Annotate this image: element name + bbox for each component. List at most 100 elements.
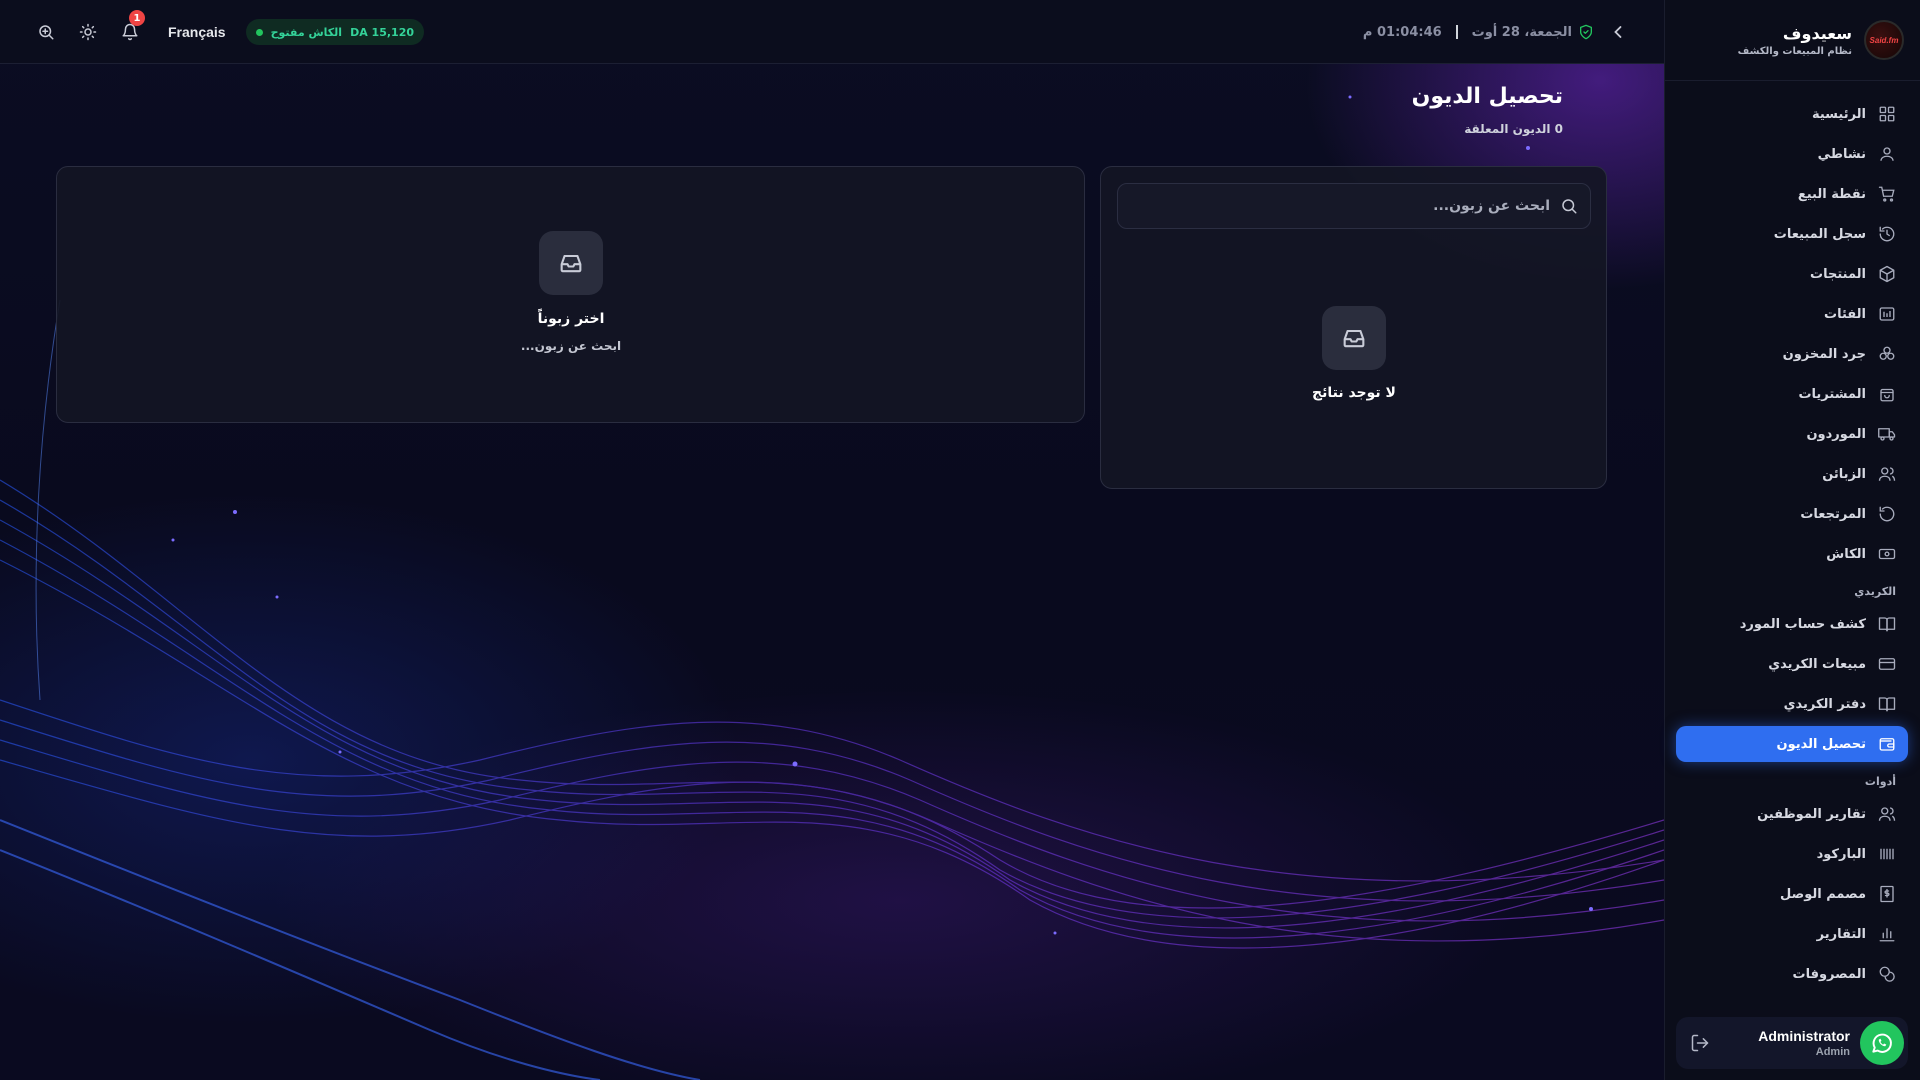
- sidebar-item-expenses[interactable]: المصروفات: [1676, 956, 1908, 992]
- return-icon: [1879, 506, 1895, 522]
- sidebar-item-label: كشف حساب المورد: [1739, 616, 1866, 632]
- sidebar-item-suppliers[interactable]: الموردون: [1676, 416, 1908, 452]
- sidebar-item-employee-reports[interactable]: تقارير الموظفين: [1676, 796, 1908, 832]
- cash-status-badge[interactable]: الكاش مفتوح DA 15,120: [245, 19, 424, 45]
- sidebar-item-credit-sales[interactable]: مبيعات الكريدي: [1676, 646, 1908, 682]
- top-bar-actions: 1 Français الكاش مفتوح DA 15,120: [30, 10, 424, 48]
- pending-debts-count: 0 الديون المعلقة: [1464, 122, 1563, 136]
- chart-icon: [1879, 928, 1895, 942]
- sun-icon: [79, 23, 97, 41]
- zoom-button[interactable]: [30, 16, 62, 48]
- whatsapp-button[interactable]: [1860, 1021, 1904, 1065]
- language-switch[interactable]: Français: [168, 24, 226, 40]
- select-customer-hint: ابحث عن زبون...: [520, 339, 622, 353]
- sidebar-item-label: المشتريات: [1798, 386, 1866, 402]
- chevron-left-icon[interactable]: [1608, 22, 1628, 42]
- sidebar-item-my-activity[interactable]: نشاطي: [1676, 136, 1908, 172]
- sidebar-item-credit-book[interactable]: دفتر الكريدي: [1676, 686, 1908, 722]
- sidebar-item-label: نشاطي: [1817, 146, 1866, 162]
- sidebar-item-returns[interactable]: المرتجعات: [1676, 496, 1908, 532]
- user-card: Administrator Admin: [1676, 1017, 1908, 1069]
- sidebar-item-label: دفتر الكريدي: [1783, 696, 1866, 712]
- sidebar-item-label: الكاش: [1826, 546, 1866, 562]
- sidebar-item-label: مبيعات الكريدي: [1768, 656, 1866, 672]
- logout-icon[interactable]: [1690, 1033, 1710, 1053]
- cash-status-label: الكاش مفتوح: [270, 25, 343, 39]
- sidebar-item-label: سجل المبيعات: [1773, 226, 1866, 242]
- user-name: Administrator: [1758, 1028, 1850, 1044]
- bag-icon: [1880, 388, 1894, 402]
- date-text: الجمعة، 28 أوت: [1471, 24, 1572, 40]
- sidebar-section-credit: الكريدي: [1854, 584, 1896, 598]
- whatsapp-icon: [1872, 1033, 1892, 1053]
- customer-search-field[interactable]: [1117, 183, 1591, 229]
- box-icon: [1879, 265, 1895, 283]
- sidebar-item-label: الباركود: [1816, 846, 1866, 862]
- truck-icon: [1878, 428, 1896, 441]
- sidebar: Said.fm سعيدوف نظام المبيعات والكشف الرئ…: [1664, 0, 1920, 1080]
- theme-toggle-button[interactable]: [72, 16, 104, 48]
- stack-icon: [1879, 346, 1895, 360]
- sidebar-item-customers[interactable]: الزبائن: [1676, 456, 1908, 492]
- user-icon: [1880, 147, 1894, 161]
- inbox-icon: [1343, 329, 1365, 348]
- notifications-button[interactable]: 1: [114, 10, 146, 48]
- customer-detail-panel: اختر زبوناً ابحث عن زبون...: [56, 166, 1085, 423]
- sidebar-item-products[interactable]: المنتجات: [1676, 256, 1908, 292]
- search-input[interactable]: [1150, 198, 1550, 214]
- date-display: الجمعة، 28 أوت: [1472, 24, 1594, 40]
- wallet-icon: [1879, 738, 1895, 751]
- history-icon: [1879, 226, 1895, 242]
- empty-results-icon-box: [1322, 306, 1386, 370]
- users-icon: [1878, 467, 1896, 481]
- sidebar-item-label: المصروفات: [1792, 966, 1867, 982]
- select-customer-icon-box: [539, 231, 603, 295]
- sidebar-nav: الرئيسية نشاطي نقطة البيع سجل المبيعات ا…: [1676, 96, 1908, 996]
- sidebar-item-debt-collection[interactable]: تحصيل الديون: [1676, 726, 1908, 762]
- sidebar-item-categories[interactable]: الفئات: [1676, 296, 1908, 332]
- sidebar-item-label: المنتجات: [1810, 266, 1866, 282]
- sidebar-item-label: تقارير الموظفين: [1757, 806, 1866, 822]
- time-text: 01:04:46 م: [1362, 24, 1442, 40]
- search-icon: [1562, 199, 1577, 214]
- sidebar-item-barcode[interactable]: الباركود: [1676, 836, 1908, 872]
- sidebar-item-receipt-designer[interactable]: مصمم الوصل: [1676, 876, 1908, 912]
- divider: [1665, 80, 1920, 81]
- sidebar-item-cash[interactable]: الكاش: [1676, 536, 1908, 572]
- brand-logo-text: Said.fm: [1869, 35, 1899, 45]
- sidebar-item-reports[interactable]: التقارير: [1676, 916, 1908, 952]
- cash-status-dot: [255, 28, 263, 36]
- sidebar-item-supplier-statement[interactable]: كشف حساب المورد: [1676, 606, 1908, 642]
- receipt-icon: [1880, 885, 1894, 903]
- background: [0, 0, 1664, 1080]
- shield-check-icon: [1580, 24, 1592, 40]
- sidebar-item-sales-history[interactable]: سجل المبيعات: [1676, 216, 1908, 252]
- zoom-in-icon: [39, 25, 54, 40]
- user-role: Admin: [1815, 1046, 1850, 1058]
- top-bar: 1 Français الكاش مفتوح DA 15,120 الجمعة،…: [0, 0, 1664, 64]
- page-title: تحصيل الديون: [1411, 84, 1563, 109]
- sidebar-item-label: التقارير: [1816, 926, 1866, 942]
- sidebar-item-label: جرد المخزون: [1782, 346, 1866, 362]
- sidebar-item-label: الموردون: [1806, 426, 1866, 442]
- sidebar-item-inventory[interactable]: جرد المخزون: [1676, 336, 1908, 372]
- sidebar-item-label: الفئات: [1824, 306, 1866, 322]
- date-time-separator: [1455, 25, 1458, 39]
- brand-name: سعيدوف: [1782, 23, 1852, 43]
- coins-icon: [1879, 966, 1895, 982]
- cash-icon: [1878, 548, 1896, 560]
- barcode-icon: [1880, 848, 1894, 860]
- no-results-text: لا توجد نتائج: [1312, 385, 1396, 401]
- sidebar-item-label: المرتجعات: [1800, 506, 1866, 522]
- notification-count-badge: 1: [129, 10, 145, 26]
- inbox-icon: [560, 254, 582, 273]
- sidebar-item-label: الزبائن: [1822, 466, 1866, 482]
- sidebar-item-label: نقطة البيع: [1797, 186, 1866, 202]
- cart-icon: [1878, 186, 1895, 202]
- top-bar-info: الجمعة، 28 أوت 01:04:46 م: [1363, 16, 1628, 48]
- sidebar-item-label: الرئيسية: [1811, 106, 1866, 122]
- sidebar-item-pos[interactable]: نقطة البيع: [1676, 176, 1908, 212]
- sidebar-item-home[interactable]: الرئيسية: [1676, 96, 1908, 132]
- sidebar-item-purchases[interactable]: المشتريات: [1676, 376, 1908, 412]
- sidebar-item-label: تحصيل الديون: [1776, 736, 1866, 752]
